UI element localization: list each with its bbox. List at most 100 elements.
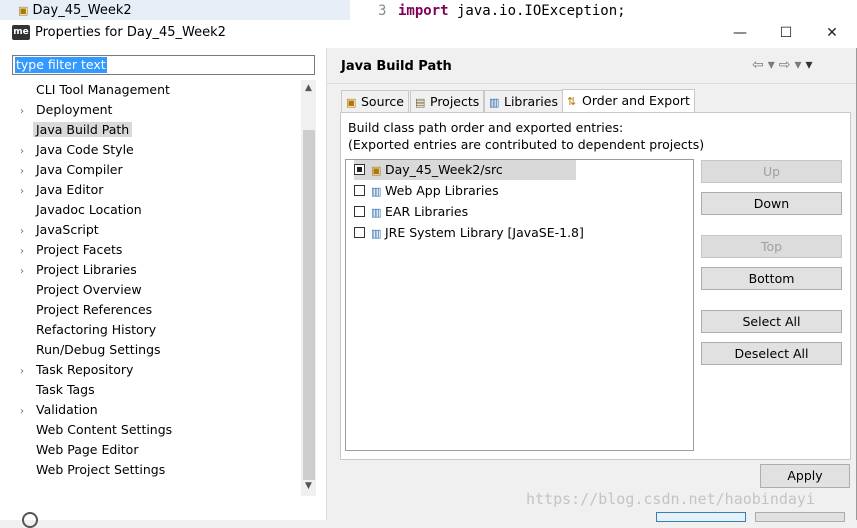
- chevron-right-icon[interactable]: ›: [20, 182, 36, 202]
- tab-order-and-export[interactable]: ⇅ Order and Export: [562, 89, 695, 113]
- chevron-right-icon[interactable]: ›: [20, 102, 36, 122]
- watermark: https://blog.csdn.net/haobindayi: [526, 490, 815, 508]
- tab-libraries[interactable]: ▥ Libraries: [484, 90, 563, 112]
- sidebar-item-cli-tool-management[interactable]: CLI Tool Management: [20, 80, 170, 100]
- sidebar-item-java-build-path[interactable]: Java Build Path: [20, 120, 133, 140]
- chevron-right-icon[interactable]: ›: [20, 262, 36, 282]
- bottom-button[interactable]: Bottom: [701, 267, 842, 290]
- sidebar-item-web-page-editor[interactable]: Web Page Editor: [20, 440, 138, 460]
- entry-jre-system-library[interactable]: ▥ JRE System Library [JavaSE-1.8]: [354, 223, 584, 243]
- window-title: Properties for Day_45_Week2: [35, 25, 226, 40]
- tab-projects[interactable]: ▤ Projects: [410, 90, 485, 112]
- libraries-icon: ▥: [489, 96, 500, 109]
- editor-code-line: import java.io.IOException;: [398, 3, 626, 19]
- entry-ear-libraries[interactable]: ▥ EAR Libraries: [354, 202, 468, 222]
- code-text: java.io.IOException;: [448, 3, 626, 19]
- chevron-right-icon[interactable]: ›: [20, 162, 36, 182]
- sidebar-item-validation[interactable]: › Validation: [20, 400, 98, 420]
- sidebar-item-label: Project Overview: [36, 282, 142, 297]
- down-button[interactable]: Down: [701, 192, 842, 215]
- sidebar-item-label: Project Facets: [36, 242, 123, 257]
- back-menu-icon[interactable]: ▾: [768, 57, 779, 73]
- page-title: Java Build Path: [341, 59, 452, 74]
- sidebar-item-deployment[interactable]: › Deployment: [20, 100, 112, 120]
- sidebar-item-javadoc-location[interactable]: Javadoc Location: [20, 200, 142, 220]
- chevron-right-icon[interactable]: ›: [20, 402, 36, 422]
- tab-source[interactable]: ▣ Source: [341, 90, 409, 112]
- deselect-all-button[interactable]: Deselect All: [701, 342, 842, 365]
- minimize-icon[interactable]: —: [717, 22, 763, 44]
- sidebar-item-web-content-settings[interactable]: Web Content Settings: [20, 420, 172, 440]
- sidebar-item-project-facets[interactable]: › Project Facets: [20, 240, 122, 260]
- sidebar-item-label: Web Page Editor: [36, 442, 139, 457]
- entry-web-app-libraries[interactable]: ▥ Web App Libraries: [354, 181, 499, 201]
- code-keyword: import: [398, 3, 449, 19]
- sidebar-item-project-references[interactable]: Project References: [20, 300, 152, 320]
- entry-checkbox[interactable]: [354, 185, 365, 196]
- sidebar-item-label: Task Tags: [36, 382, 95, 397]
- scroll-down-icon[interactable]: ▼: [301, 478, 316, 494]
- sidebar-item-label: JavaScript: [36, 222, 99, 237]
- description-line-1: Build class path order and exported entr…: [348, 120, 624, 135]
- scroll-thumb[interactable]: [303, 130, 315, 480]
- sidebar-item-java-editor[interactable]: › Java Editor: [20, 180, 103, 200]
- entry-day-45-week2-src[interactable]: ▣ Day_45_Week2/src: [354, 160, 576, 180]
- background-project-label: ▣ Day_45_Week2: [18, 3, 132, 18]
- back-arrow-icon[interactable]: ⇦: [752, 57, 768, 73]
- help-icon[interactable]: [22, 512, 38, 528]
- sidebar-item-label: Java Code Style: [36, 142, 134, 157]
- sidebar-item-task-tags[interactable]: Task Tags: [20, 380, 95, 400]
- up-button[interactable]: Up: [701, 160, 842, 183]
- close-icon[interactable]: ✕: [809, 22, 855, 44]
- maximize-icon[interactable]: ☐: [763, 22, 809, 44]
- sidebar-item-label: Web Project Settings: [36, 462, 166, 477]
- sidebar-item-javascript[interactable]: › JavaScript: [20, 220, 99, 240]
- apply-and-close-button[interactable]: [656, 512, 746, 522]
- sidebar-item-refactoring-history[interactable]: Refactoring History: [20, 320, 156, 340]
- editor-line-number: 3: [378, 3, 387, 19]
- projects-icon: ▤: [415, 96, 426, 109]
- source-folder-icon: ▣: [346, 96, 357, 109]
- sidebar-item-label: Run/Debug Settings: [36, 342, 161, 357]
- sidebar-item-label: Java Build Path: [33, 122, 133, 137]
- sidebar-item-run-debug-settings[interactable]: Run/Debug Settings: [20, 340, 161, 360]
- sidebar-item-label: Project Libraries: [36, 262, 137, 277]
- chevron-right-icon[interactable]: ›: [20, 142, 36, 162]
- sidebar-item-project-overview[interactable]: Project Overview: [20, 280, 142, 300]
- sidebar-item-label: Refactoring History: [36, 322, 157, 337]
- sidebar-item-web-project-settings[interactable]: Web Project Settings: [20, 460, 165, 480]
- sidebar-item-label: Web Content Settings: [36, 422, 173, 437]
- entry-checkbox[interactable]: [354, 164, 365, 175]
- sidebar-item-label: Task Repository: [36, 362, 134, 377]
- library-icon: ▥: [371, 185, 382, 198]
- description-line-2: (Exported entries are contributed to dep…: [348, 137, 705, 152]
- top-button[interactable]: Top: [701, 235, 842, 258]
- sidebar-item-label: Deployment: [36, 102, 113, 117]
- entry-checkbox[interactable]: [354, 227, 365, 238]
- entry-checkbox[interactable]: [354, 206, 365, 217]
- sidebar-item-label: Validation: [36, 402, 98, 417]
- chevron-right-icon[interactable]: ›: [20, 362, 36, 382]
- chevron-right-icon[interactable]: ›: [20, 242, 36, 262]
- scroll-up-icon[interactable]: ▲: [301, 80, 316, 96]
- view-menu-icon[interactable]: ▾: [806, 57, 817, 73]
- forward-arrow-icon[interactable]: ⇨: [779, 57, 795, 73]
- forward-menu-icon[interactable]: ▾: [795, 57, 806, 73]
- chevron-right-icon[interactable]: ›: [20, 222, 36, 242]
- sidebar-item-project-libraries[interactable]: › Project Libraries: [20, 260, 137, 280]
- select-all-button[interactable]: Select All: [701, 310, 842, 333]
- project-folder-icon: ▣: [18, 4, 29, 17]
- sidebar-item-label: CLI Tool Management: [36, 82, 170, 97]
- filter-input-text[interactable]: type filter text: [15, 57, 107, 73]
- sidebar-item-label: Java Compiler: [36, 162, 123, 177]
- apply-button[interactable]: Apply: [760, 464, 850, 488]
- sidebar-item-label: Javadoc Location: [36, 202, 142, 217]
- cancel-button[interactable]: [755, 512, 845, 522]
- sidebar-item-label: Java Editor: [36, 182, 104, 197]
- sidebar-item-java-compiler[interactable]: › Java Compiler: [20, 160, 123, 180]
- sidebar-item-task-repository[interactable]: › Task Repository: [20, 360, 133, 380]
- order-export-icon: ⇅: [567, 95, 577, 108]
- sidebar-item-label: Project References: [36, 302, 153, 317]
- sidebar-item-java-code-style[interactable]: › Java Code Style: [20, 140, 134, 160]
- library-icon: ▥: [371, 227, 382, 240]
